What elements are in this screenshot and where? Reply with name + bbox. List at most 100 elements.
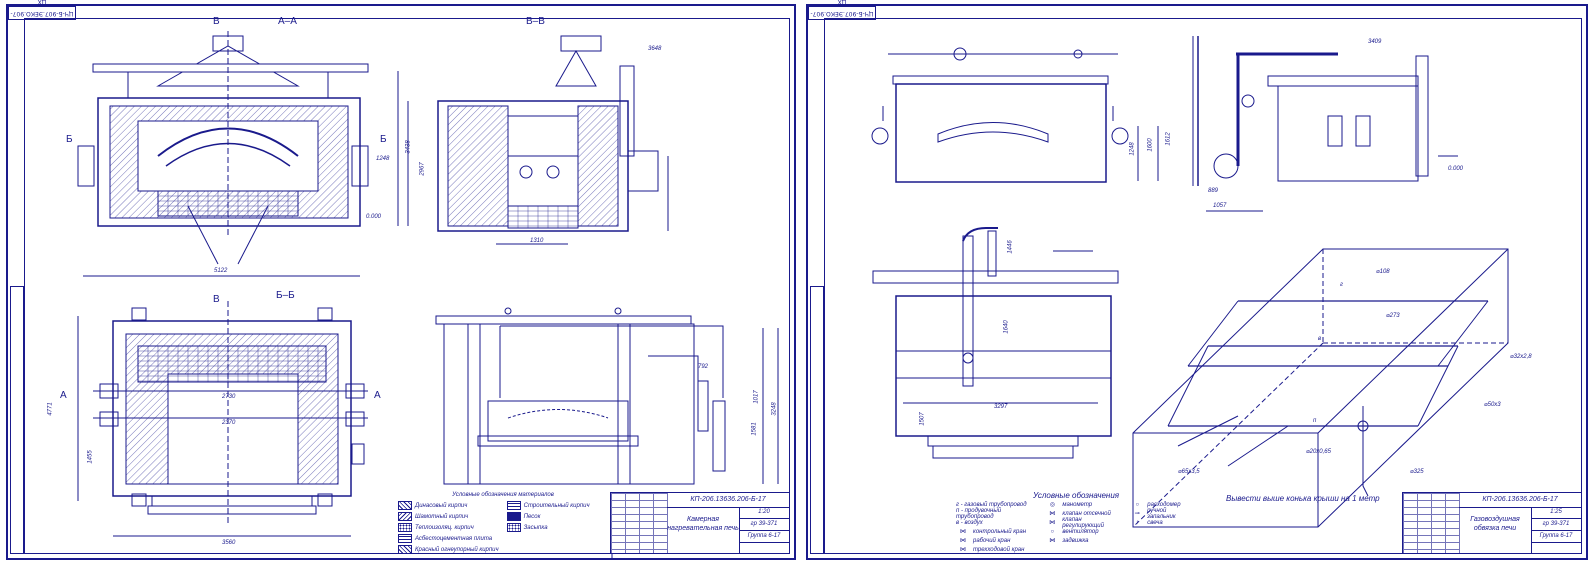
pipe-mark-325: ⌀325 (1410, 469, 1424, 475)
swatch-building-brick (506, 501, 521, 510)
control-valve-icon: ⋈ (960, 529, 966, 535)
dim-2967: 2967 (419, 162, 426, 176)
dim-3648: 3648 (648, 46, 662, 52)
legend-item: ⋈ задвижка (1045, 536, 1124, 545)
legend-item: ⋈ контрольный кран (956, 527, 1039, 536)
section-mark-a-left: А (60, 390, 67, 401)
legend-item: Строительный кирпич (506, 500, 590, 511)
pipe-line-g: г (1340, 282, 1343, 288)
dim-889: 889 (1208, 188, 1219, 194)
legend-item: Шамотный кирпич (398, 511, 499, 522)
dim-5122: 5122 (214, 268, 228, 274)
dim-4771: 4771 (47, 402, 54, 416)
dim-1248: 1248 (1129, 142, 1136, 156)
title-block-grid (611, 493, 668, 553)
dim-1248: 1248 (376, 156, 390, 162)
drawing-name: Газовоздушная обвязка печи (1459, 507, 1532, 553)
legend-item: ⋈ клапан регулирующий (1045, 517, 1124, 529)
dim-3438: 3438 (405, 140, 412, 154)
pipe-mark-273: ⌀273 (1386, 313, 1400, 319)
title-block-furnace: КП-206.13636.206-Б-17 Камерная нагревате… (610, 492, 790, 554)
legend-title: Условные обозначения материалов (452, 492, 554, 498)
igniter-icon: ⊸ (1134, 511, 1140, 517)
legend-item: Теплоизоляц. кирпич (398, 522, 499, 533)
pipe-mark-108: ⌀108 (1376, 269, 1390, 275)
plan-view (872, 227, 1119, 459)
dim-1017: 1017 (753, 390, 760, 404)
section-bb-view (77, 301, 368, 537)
gas-piping-drawing-svg (871, 36, 1509, 528)
legend-item: Асбестоцементная плита (398, 533, 499, 544)
legend-item: Песок (506, 511, 590, 522)
swatch-sand (506, 512, 521, 521)
dim-1310: 1310 (530, 238, 544, 244)
group-line-2: Группа 6-17 (739, 531, 789, 543)
dim-1581: 1581 (751, 422, 758, 436)
swatch-insulation (398, 523, 412, 532)
front-view (871, 47, 1159, 183)
legend-item: ⋈ трехходовой кран (956, 545, 1039, 554)
pipe-line-v: в (1318, 336, 1322, 342)
gate-valve-icon: ⋈ (1049, 538, 1056, 544)
section-aa-view (77, 31, 409, 277)
drawing-sheet-gas-piping: ЦЧ-Б-907.ЭЕКО.907-ЦХ 3409 0.000 889 1057… (806, 0, 1588, 560)
dim-1612: 1612 (1165, 132, 1172, 146)
title-block-meta: 1:20 гр 39-371 Группа 6-17 (739, 507, 789, 553)
dim-1640: 1640 (1003, 320, 1010, 334)
dim-3409: 3409 (1368, 39, 1382, 45)
side-elevation-view (435, 307, 779, 485)
vent-candle-icon: ↑ (1135, 519, 1139, 526)
section-title-aa: А–А (278, 16, 297, 27)
three-way-valve-icon: ⋈ (960, 547, 966, 553)
title-block-gas-piping: КП-206.13636.206-Б-17 Газовоздушная обвя… (1402, 492, 1582, 554)
pipe-mark-50: ⌀50х3 (1484, 402, 1501, 408)
flowmeter-icon: ○ (1135, 501, 1140, 508)
swatch-dinas (398, 501, 412, 510)
dim-1600: 1600 (1147, 138, 1154, 152)
drawing-name: Камерная нагревательная печь (667, 507, 740, 553)
pipe-mark-20: ⌀20х0,65 (1306, 449, 1331, 455)
swatch-asbestos (398, 534, 412, 543)
materials-legend: Условные обозначения материалов Динасовы… (398, 492, 608, 555)
section-title-vv: В–В (526, 16, 545, 27)
roof-note: Вывести выше конька крыши на 1 метр (1226, 494, 1380, 503)
swatch-fill (506, 523, 521, 532)
legend-item: ⊸ ручной запальник (1130, 508, 1196, 520)
dim-3297: 3297 (994, 404, 1008, 410)
legend-title: Условные обозначения (1032, 491, 1120, 500)
furnace-drawing-svg (77, 31, 779, 558)
control-valve-reg-icon: ⋈ (1049, 520, 1056, 526)
drawing-code: КП-206.13636.206-Б-17 (1459, 493, 1581, 508)
dim-1507: 1507 (919, 412, 926, 426)
pipe-line-p: п (1313, 418, 1317, 424)
side-view (1192, 36, 1458, 212)
section-mark-a-right: А (374, 390, 381, 401)
drawing-scale: 1:25 (1531, 507, 1581, 519)
section-mark-v-bottom: В (213, 294, 220, 305)
group-line-1: гр 39-371 (739, 519, 789, 531)
legend-item: Динасовый кирпич (398, 500, 499, 511)
dim-1057: 1057 (1213, 203, 1227, 209)
dim-0000: 0.000 (366, 214, 382, 220)
drawing-sheet-furnace: ЦЧ-Б-907.ЭЕКО.907-ЦХ В А–А В–В Б Б В Б–Б… (6, 0, 796, 560)
section-mark-v-top: В (213, 16, 220, 27)
symbols-legend: Условные обозначения г - газовый трубопр… (956, 491, 1196, 554)
title-block-meta: 1:25 гр 39-371 Группа 6-17 (1531, 507, 1581, 553)
manometer-icon: ◎ (1049, 502, 1055, 508)
pipe-mark-32: ⌀32х2,8 (1510, 354, 1532, 360)
section-vv-view (437, 35, 669, 245)
shutoff-valve-icon: ⋈ (1049, 511, 1056, 517)
working-valve-icon: ⋈ (960, 538, 966, 544)
legend-item: ◎ манометр (1045, 500, 1124, 509)
dim-792: 792 (698, 364, 709, 370)
legend-item: п - продувочный трубопровод (956, 507, 1002, 520)
section-title-bb: Б–Б (276, 290, 295, 301)
swatch-red-brick (398, 545, 412, 554)
group-line-2: Группа 6-17 (1531, 531, 1581, 543)
group-line-1: гр 39-371 (1531, 519, 1581, 531)
title-block-grid (1403, 493, 1460, 553)
dim-2730: 2730 (222, 394, 236, 400)
legend-item: Засыпка (506, 522, 590, 533)
section-mark-b-left: Б (66, 134, 73, 145)
dim-1455: 1455 (87, 450, 94, 464)
